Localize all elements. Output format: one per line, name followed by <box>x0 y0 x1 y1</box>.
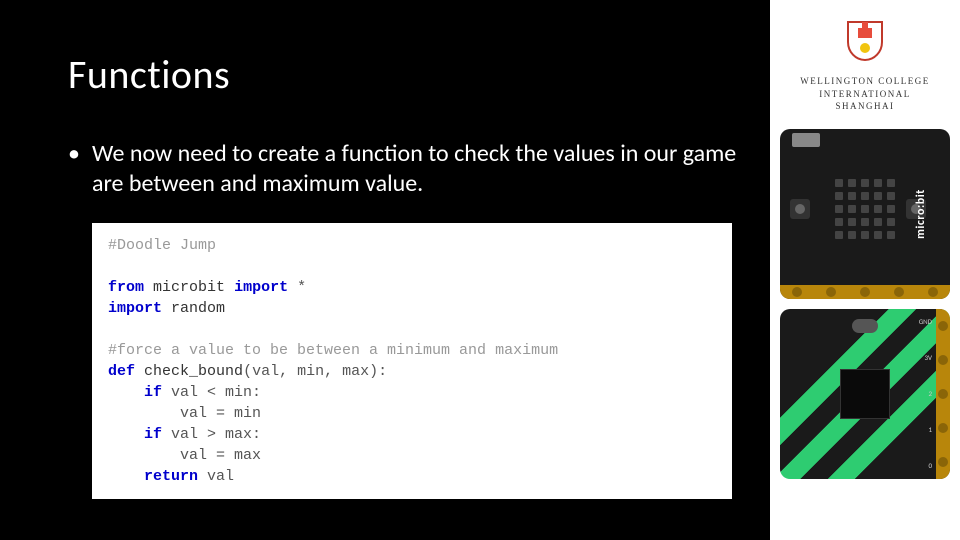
edge-connector-icon <box>936 309 950 479</box>
code-module: microbit <box>153 279 225 296</box>
code-params: (val, min, max): <box>243 363 387 380</box>
pin-label: GND <box>919 317 932 326</box>
code-keyword: if <box>144 426 162 443</box>
logo-line2: INTERNATIONAL <box>800 88 930 101</box>
code-comment: #force a value to be between a minimum a… <box>108 342 558 359</box>
pin-label: 2 <box>928 389 932 398</box>
code-func-name: check_bound <box>144 363 243 380</box>
button-a-icon <box>790 199 810 219</box>
pin-label: 1 <box>928 425 932 434</box>
pin-label: 3V <box>924 353 932 362</box>
code-retval: val <box>207 468 234 485</box>
code-cond: val > max: <box>171 426 261 443</box>
sidebar: WELLINGTON COLLEGE INTERNATIONAL SHANGHA… <box>770 0 960 540</box>
code-keyword: return <box>144 468 198 485</box>
code-stmt: val = max <box>180 447 261 464</box>
microbit-label: micro:bit <box>914 189 928 239</box>
microbit-front-image: micro:bit <box>780 129 950 299</box>
code-keyword: from <box>108 279 144 296</box>
code-keyword: import <box>108 300 162 317</box>
reset-button-icon <box>852 319 878 333</box>
slide: Functions We now need to create a functi… <box>0 0 960 540</box>
pin-label: 0 <box>928 461 932 470</box>
code-keyword: def <box>108 363 135 380</box>
chip-icon <box>840 369 890 419</box>
code-comment: #Doodle Jump <box>108 237 216 254</box>
code-block: #Doodle Jump from microbit import * impo… <box>92 223 732 499</box>
code-keyword: if <box>144 384 162 401</box>
logo-line3: SHANGHAI <box>800 100 930 113</box>
led-grid-icon <box>835 179 895 239</box>
logo-line1: WELLINGTON COLLEGE <box>800 75 930 88</box>
code-stmt: val = min <box>180 405 261 422</box>
code-keyword: import <box>234 279 288 296</box>
code-cond: val < min: <box>171 384 261 401</box>
usb-icon <box>792 133 820 147</box>
edge-connector-icon <box>780 285 950 299</box>
slide-title: Functions <box>68 50 740 99</box>
microbit-back-image: GND 3V 2 1 0 <box>780 309 950 479</box>
main-content: Functions We now need to create a functi… <box>0 0 770 540</box>
code-module: random <box>171 300 225 317</box>
crest-icon <box>844 18 886 64</box>
code-op: * <box>297 279 306 296</box>
bullet-point: We now need to create a function to chec… <box>68 139 740 199</box>
school-logo: WELLINGTON COLLEGE INTERNATIONAL SHANGHA… <box>800 18 930 113</box>
